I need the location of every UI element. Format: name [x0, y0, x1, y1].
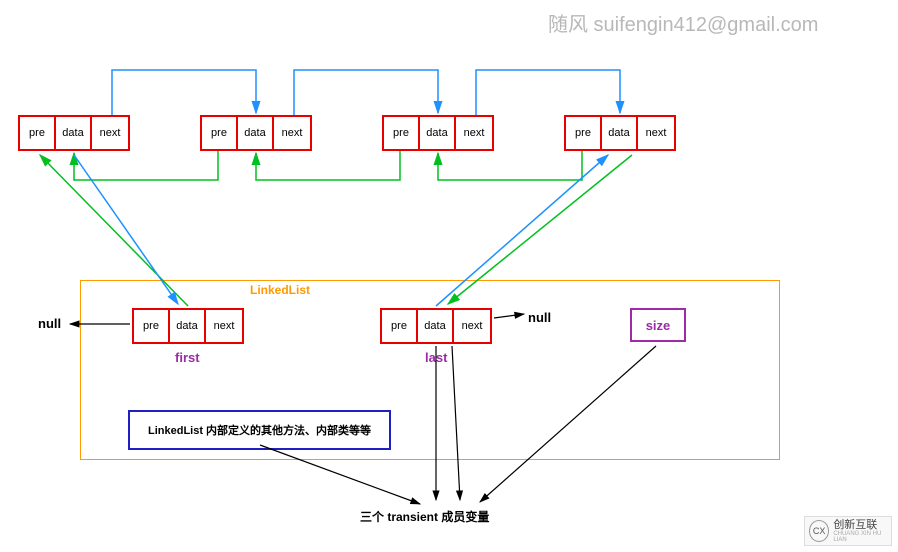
watermark-text: 随风 suifengin412@gmail.com [548, 8, 818, 37]
chain-node-4: pre data next [564, 115, 676, 151]
cell-next: next [92, 117, 128, 149]
first-node: pre data next [132, 308, 244, 344]
cell-data: data [170, 310, 206, 342]
null-left: null [38, 316, 61, 331]
cell-data: data [602, 117, 638, 149]
chain-node-1: pre data next [18, 115, 130, 151]
logo-sub: CHUANG XIN HU LIAN [833, 531, 891, 543]
diagram-arrows [0, 0, 898, 552]
last-label: last [425, 350, 447, 365]
cell-next: next [206, 310, 242, 342]
cell-data: data [418, 310, 454, 342]
brand-logo: CX 创新互联 CHUANG XIN HU LIAN [804, 516, 892, 546]
logo-mark: CX [809, 520, 829, 542]
chain-node-2: pre data next [200, 115, 312, 151]
last-node: pre data next [380, 308, 492, 344]
cell-next: next [638, 117, 674, 149]
cell-pre: pre [134, 310, 170, 342]
first-label: first [175, 350, 200, 365]
cell-pre: pre [202, 117, 238, 149]
logo-brand: 创新互联 [833, 520, 891, 531]
cell-data: data [56, 117, 92, 149]
cell-pre: pre [566, 117, 602, 149]
cell-next: next [456, 117, 492, 149]
cell-data: data [238, 117, 274, 149]
null-right: null [528, 310, 551, 325]
cell-pre: pre [382, 310, 418, 342]
linkedlist-label: LinkedList [250, 283, 310, 297]
cell-next: next [274, 117, 310, 149]
chain-node-3: pre data next [382, 115, 494, 151]
methods-box: LinkedList 内部定义的其他方法、内部类等等 [128, 410, 391, 450]
cell-pre: pre [384, 117, 420, 149]
cell-next: next [454, 310, 490, 342]
cell-pre: pre [20, 117, 56, 149]
cell-data: data [420, 117, 456, 149]
bottom-caption: 三个 transient 成员变量 [360, 508, 489, 525]
size-box: size [630, 308, 686, 342]
